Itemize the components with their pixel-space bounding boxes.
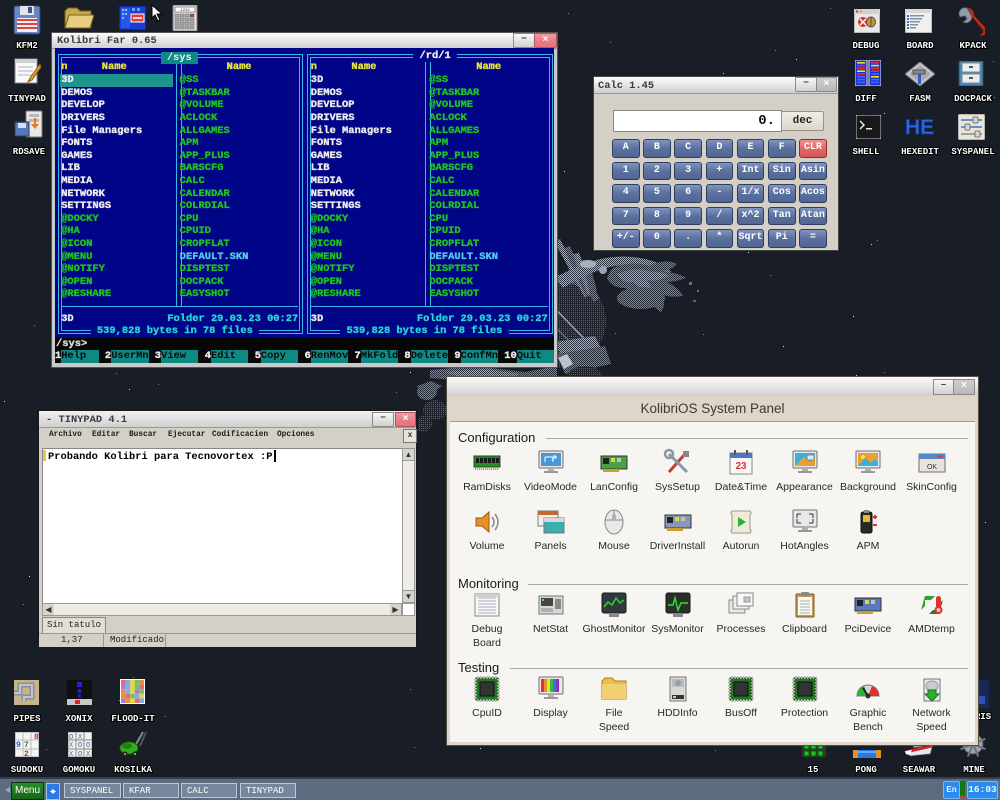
svg-text:O: O bbox=[78, 751, 82, 757]
svg-text:7: 7 bbox=[24, 741, 29, 750]
svg-text:2: 2 bbox=[24, 750, 29, 757]
svg-text:O: O bbox=[78, 742, 82, 750]
svg-text:8: 8 bbox=[34, 733, 39, 742]
svg-text:OK: OK bbox=[926, 464, 936, 471]
svg-text:O: O bbox=[69, 734, 73, 742]
svg-text:1234: 1234 bbox=[180, 9, 190, 13]
svg-text:23: 23 bbox=[735, 461, 747, 472]
svg-text:HE: HE bbox=[905, 116, 934, 137]
svg-text:9: 9 bbox=[16, 741, 21, 750]
svg-text:O: O bbox=[86, 742, 90, 750]
